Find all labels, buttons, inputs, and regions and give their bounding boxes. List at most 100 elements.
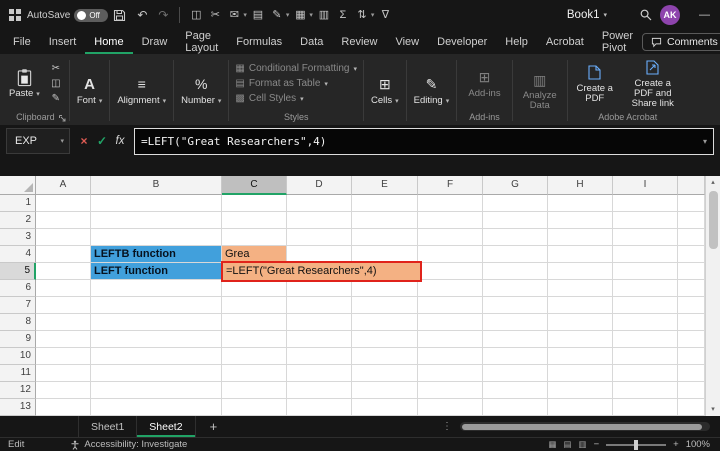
cell-G2[interactable] xyxy=(483,212,548,229)
cell-B11[interactable] xyxy=(91,365,222,382)
cell-D12[interactable] xyxy=(287,382,352,399)
page-layout-view-icon[interactable]: ▤ xyxy=(564,439,572,450)
cell-D8[interactable] xyxy=(287,314,352,331)
scroll-up-icon[interactable]: ▴ xyxy=(711,176,715,189)
workbook-title[interactable]: Book1 ▾ xyxy=(567,9,607,21)
cell-I12[interactable] xyxy=(613,382,678,399)
cell-H1[interactable] xyxy=(548,195,613,212)
number-button[interactable]: % Number ▾ xyxy=(176,73,226,108)
comments-button[interactable]: Comments xyxy=(642,33,720,51)
cell-I4[interactable] xyxy=(613,246,678,263)
cell-C2[interactable] xyxy=(222,212,287,229)
cell-I10[interactable] xyxy=(613,348,678,365)
cell-B5[interactable]: LEFT function xyxy=(91,263,222,280)
cell-G8[interactable] xyxy=(483,314,548,331)
insert-function-button[interactable]: fx xyxy=(111,135,129,147)
cell-E10[interactable] xyxy=(352,348,418,365)
row-header-2[interactable]: 2 xyxy=(0,212,36,229)
format-painter-icon[interactable]: ✎ xyxy=(269,6,285,24)
cell-F9[interactable] xyxy=(418,331,483,348)
cell-F13[interactable] xyxy=(418,399,483,416)
tab-acrobat[interactable]: Acrobat xyxy=(537,30,593,54)
cut-icon[interactable]: ✂ xyxy=(207,6,223,24)
row-header-1[interactable]: 1 xyxy=(0,195,36,212)
editing-button[interactable]: ✎ Editing ▾ xyxy=(409,73,455,108)
name-box[interactable]: EXP ▾ xyxy=(6,128,70,154)
autosave-toggle[interactable]: Off xyxy=(74,8,109,22)
cell-F5[interactable] xyxy=(418,263,483,280)
cell-C9[interactable] xyxy=(222,331,287,348)
tab-file[interactable]: File xyxy=(4,30,40,54)
cell-D13[interactable] xyxy=(287,399,352,416)
new-sheet-button[interactable]: + xyxy=(210,416,218,437)
column-header-I[interactable]: I xyxy=(613,176,678,195)
cell-B10[interactable] xyxy=(91,348,222,365)
cells-button[interactable]: ⊞ Cells ▾ xyxy=(366,73,404,108)
zoom-slider[interactable] xyxy=(606,439,667,450)
cell-B3[interactable] xyxy=(91,229,222,246)
tab-home[interactable]: Home xyxy=(85,30,132,54)
cell-G1[interactable] xyxy=(483,195,548,212)
cell-E8[interactable] xyxy=(352,314,418,331)
column-header-D[interactable]: D xyxy=(287,176,352,195)
sheet-tab-sheet2[interactable]: Sheet2 xyxy=(137,416,196,437)
tab-review[interactable]: Review xyxy=(332,30,386,54)
cell-A2[interactable] xyxy=(36,212,91,229)
cell-I2[interactable] xyxy=(613,212,678,229)
cell-G6[interactable] xyxy=(483,280,548,297)
dialog-launcher-icon[interactable] xyxy=(58,114,67,123)
cell-H13[interactable] xyxy=(548,399,613,416)
sheet-bar-more-icon[interactable]: ⋮ xyxy=(442,416,452,437)
print-icon[interactable]: ▤ xyxy=(250,6,266,24)
column-header-A[interactable]: A xyxy=(36,176,91,195)
row-header-9[interactable]: 9 xyxy=(0,331,36,348)
chevron-down-icon[interactable]: ▾ xyxy=(371,11,375,19)
cell-H12[interactable] xyxy=(548,382,613,399)
sort-icon[interactable]: ⇅ xyxy=(354,6,370,24)
copy-icon[interactable]: ◫ xyxy=(48,78,64,90)
tab-draw[interactable]: Draw xyxy=(133,30,177,54)
chart-icon[interactable]: ▦ xyxy=(292,6,308,24)
cell-A4[interactable] xyxy=(36,246,91,263)
row-header-3[interactable]: 3 xyxy=(0,229,36,246)
cell-C1[interactable] xyxy=(222,195,287,212)
column-header-F[interactable]: F xyxy=(418,176,483,195)
cell-G11[interactable] xyxy=(483,365,548,382)
cell-I8[interactable] xyxy=(613,314,678,331)
cell-G10[interactable] xyxy=(483,348,548,365)
cell-H7[interactable] xyxy=(548,297,613,314)
cell-C5[interactable]: =LEFT("Great Researchers",4) xyxy=(221,261,422,282)
horizontal-scroll-thumb[interactable] xyxy=(462,423,702,430)
cell-F8[interactable] xyxy=(418,314,483,331)
cell-B7[interactable] xyxy=(91,297,222,314)
accessibility-checker[interactable]: Accessibility: Investigate xyxy=(70,439,187,450)
cell-I5[interactable] xyxy=(613,263,678,280)
cell-H3[interactable] xyxy=(548,229,613,246)
tab-view[interactable]: View xyxy=(386,30,428,54)
tab-developer[interactable]: Developer xyxy=(428,30,496,54)
cell-H8[interactable] xyxy=(548,314,613,331)
formula-input[interactable]: =LEFT("Great Researchers",4) ▾ xyxy=(134,128,714,155)
cell-I3[interactable] xyxy=(613,229,678,246)
cell-H2[interactable] xyxy=(548,212,613,229)
cell-F1[interactable] xyxy=(418,195,483,212)
cell-G7[interactable] xyxy=(483,297,548,314)
cell-E9[interactable] xyxy=(352,331,418,348)
redo-icon[interactable]: ↷ xyxy=(155,8,171,22)
cell-E1[interactable] xyxy=(352,195,418,212)
cell-I6[interactable] xyxy=(613,280,678,297)
cell-C6[interactable] xyxy=(222,280,287,297)
table-icon[interactable]: ▥ xyxy=(316,6,332,24)
cell-E2[interactable] xyxy=(352,212,418,229)
sheet-tab-sheet1[interactable]: Sheet1 xyxy=(78,416,138,437)
cell-A1[interactable] xyxy=(36,195,91,212)
horizontal-scrollbar[interactable] xyxy=(460,422,710,431)
cell-C3[interactable] xyxy=(222,229,287,246)
cell-G4[interactable] xyxy=(483,246,548,263)
cell-I9[interactable] xyxy=(613,331,678,348)
cut-icon[interactable]: ✂ xyxy=(48,63,64,75)
cell-C7[interactable] xyxy=(222,297,287,314)
cell-B8[interactable] xyxy=(91,314,222,331)
cell-D10[interactable] xyxy=(287,348,352,365)
cell-H11[interactable] xyxy=(548,365,613,382)
